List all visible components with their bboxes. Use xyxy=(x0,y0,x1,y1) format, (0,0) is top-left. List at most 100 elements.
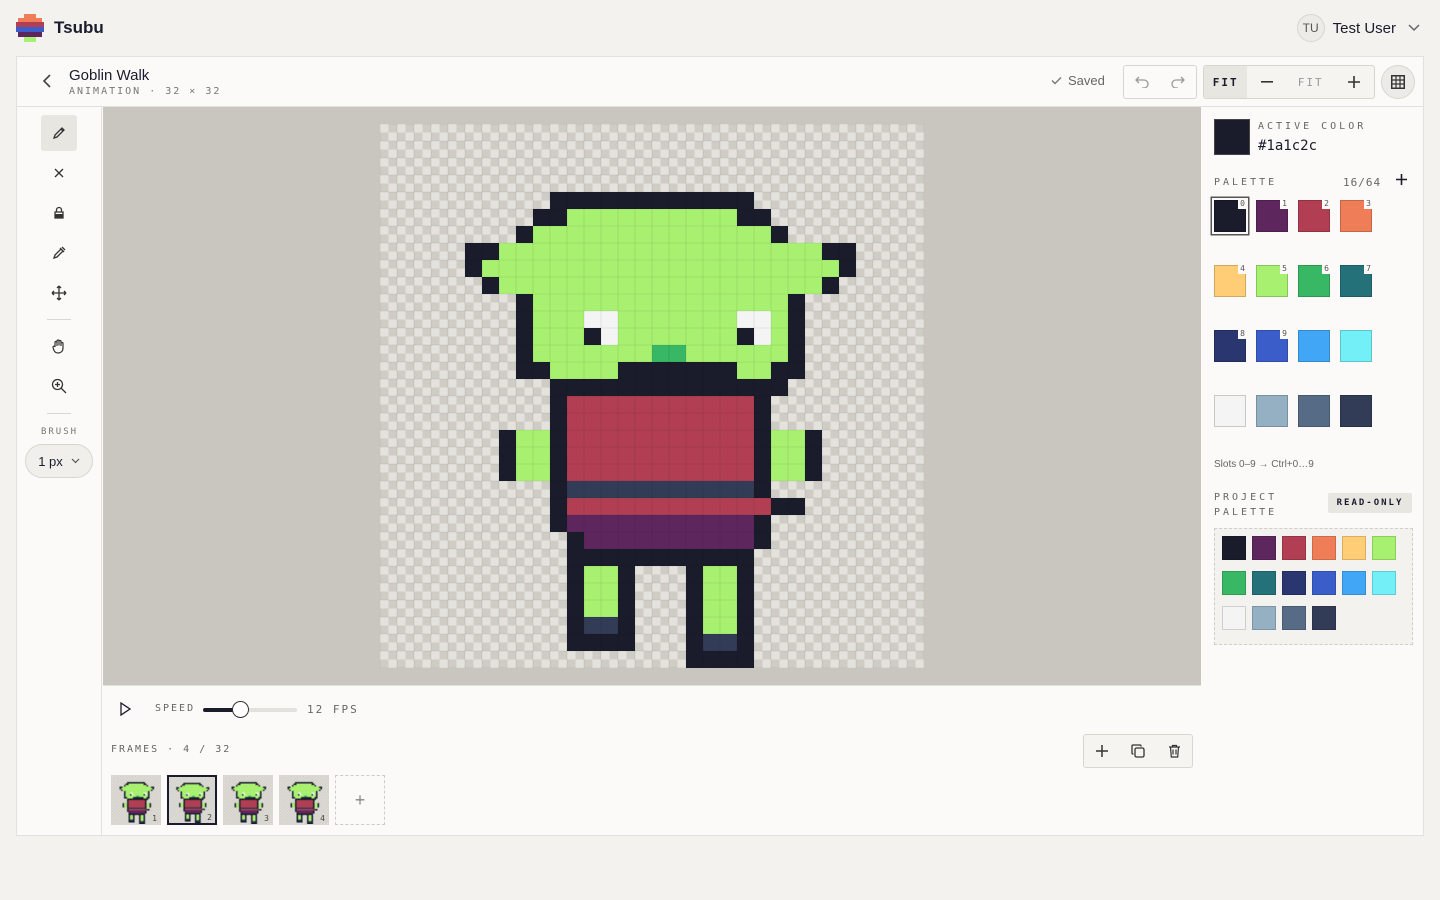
minus-icon xyxy=(1261,81,1274,83)
trash-icon xyxy=(1168,744,1180,758)
saved-label: Saved xyxy=(1068,73,1105,88)
read-only-badge: READ-ONLY xyxy=(1328,493,1412,513)
frame-number: 1 xyxy=(152,814,157,823)
delete-frame-button[interactable] xyxy=(1156,735,1192,767)
slot-number: 9 xyxy=(1280,329,1289,339)
brush-size-value: 1 px xyxy=(38,453,63,469)
palette-label: PALETTE xyxy=(1214,177,1278,188)
frames-label: FRAMES · 4 / 32 xyxy=(111,744,232,755)
project-palette-swatch xyxy=(1252,606,1276,630)
project-palette-swatch xyxy=(1372,536,1396,560)
undo-icon xyxy=(1135,76,1149,88)
brush-label: BRUSH xyxy=(40,427,79,437)
user-menu[interactable]: TU Test User xyxy=(1296,14,1420,42)
zoom-in-button[interactable] xyxy=(1334,76,1374,88)
project-palette-swatch xyxy=(1252,571,1276,595)
palette-swatch[interactable]: 4 xyxy=(1214,264,1247,297)
project-palette-swatch xyxy=(1342,536,1366,560)
chevron-left-icon xyxy=(42,74,51,88)
chevron-down-icon xyxy=(71,458,80,464)
frame-thumbnail[interactable]: 2 xyxy=(167,775,217,825)
hand-tool[interactable] xyxy=(41,328,77,364)
project-palette-swatch xyxy=(1282,536,1306,560)
frame-thumbnail[interactable]: 1 xyxy=(111,775,161,825)
brand-name: Tsubu xyxy=(54,18,104,37)
project-palette-swatch xyxy=(1282,606,1306,630)
fill-tool[interactable] xyxy=(41,195,77,231)
play-button[interactable] xyxy=(119,701,135,718)
palette-swatch[interactable]: 1 xyxy=(1256,199,1289,232)
palette-swatch[interactable]: 2 xyxy=(1298,199,1331,232)
palette-swatch[interactable]: 6 xyxy=(1298,264,1331,297)
add-frame-tile[interactable]: + xyxy=(335,775,385,825)
palette-swatch[interactable] xyxy=(1256,395,1288,427)
slot-number: 8 xyxy=(1238,329,1247,339)
speed-slider-thumb[interactable] xyxy=(231,701,249,718)
palette-swatch[interactable] xyxy=(1214,395,1246,427)
redo-icon xyxy=(1171,76,1185,88)
undo-button[interactable] xyxy=(1124,66,1160,98)
palette-swatch[interactable]: 5 xyxy=(1256,264,1289,297)
check-icon xyxy=(1051,77,1062,85)
speed-slider[interactable] xyxy=(203,701,297,718)
palette-swatch[interactable]: 9 xyxy=(1256,329,1289,362)
palette-swatch[interactable] xyxy=(1340,395,1372,427)
palette-swatch[interactable]: 3 xyxy=(1340,199,1373,232)
plus-icon xyxy=(1348,76,1361,88)
project-palette-swatch xyxy=(1342,571,1366,595)
palette-swatch[interactable]: 0 xyxy=(1214,199,1247,232)
active-color-swatch[interactable] xyxy=(1214,119,1250,155)
slot-number: 7 xyxy=(1364,264,1373,274)
add-color-button[interactable] xyxy=(1396,172,1407,190)
plus-icon xyxy=(1096,745,1108,757)
slot-number: 4 xyxy=(1238,264,1247,274)
color-panel: ACTIVE COLOR #1a1c2c PALETTE 16/64 0 1 2 3 4… xyxy=(1202,107,1424,836)
slot-number: 5 xyxy=(1280,264,1289,274)
slot-number: 0 xyxy=(1238,199,1247,209)
brush-size-select[interactable]: 1 px xyxy=(25,444,93,478)
title-block: Goblin Walk ANIMATION · 32 × 32 xyxy=(69,67,221,97)
active-color-hex[interactable]: #1a1c2c xyxy=(1258,138,1317,154)
frame-number: 3 xyxy=(264,814,269,823)
zoom-fit-button[interactable]: FIT xyxy=(1204,66,1248,98)
plus-icon xyxy=(1396,174,1407,185)
save-status: Saved xyxy=(1051,73,1105,88)
pixel-canvas[interactable] xyxy=(380,124,924,668)
palette-swatch[interactable] xyxy=(1340,330,1372,362)
project-palette-swatch xyxy=(1282,571,1306,595)
grid-toggle-button[interactable] xyxy=(1381,65,1415,99)
palette-swatch[interactable] xyxy=(1298,330,1330,362)
eyedropper-tool[interactable] xyxy=(41,235,77,271)
frame-thumbnail[interactable]: 3 xyxy=(223,775,273,825)
move-tool[interactable] xyxy=(41,275,77,311)
zoom-tool[interactable] xyxy=(41,368,77,404)
duplicate-frame-button[interactable] xyxy=(1120,735,1156,767)
avatar: TU xyxy=(1296,14,1325,42)
user-name: Test User xyxy=(1332,19,1396,37)
project-palette-swatch xyxy=(1222,536,1246,560)
palette-swatch[interactable]: 8 xyxy=(1214,329,1247,362)
pencil-tool[interactable] xyxy=(41,115,77,151)
redo-button[interactable] xyxy=(1160,66,1196,98)
palette-swatch[interactable]: 7 xyxy=(1340,264,1373,297)
document-title[interactable]: Goblin Walk xyxy=(69,67,221,84)
speed-label: SPEED xyxy=(155,703,196,714)
project-palette-swatch xyxy=(1252,536,1276,560)
back-button[interactable] xyxy=(37,71,57,91)
pencil-icon xyxy=(52,127,65,140)
palette-swatch[interactable] xyxy=(1298,395,1330,427)
frame-actions xyxy=(1083,734,1193,768)
hand-icon xyxy=(52,339,64,354)
chevron-down-icon xyxy=(1408,21,1420,35)
tool-sidebar: BRUSH 1 px xyxy=(17,107,102,836)
eraser-tool[interactable] xyxy=(41,155,77,191)
project-palette-swatch xyxy=(1312,606,1336,630)
canvas-viewport[interactable] xyxy=(103,107,1201,685)
add-frame-button[interactable] xyxy=(1084,735,1120,767)
slot-number: 6 xyxy=(1322,264,1331,274)
zoom-out-button[interactable] xyxy=(1247,81,1287,83)
timeline: SPEED 12 FPS FRAMES · 4 / 32 1 2 3 4 + xyxy=(103,685,1201,836)
eraser-icon xyxy=(54,168,64,178)
brand[interactable]: Tsubu xyxy=(16,14,104,42)
frame-thumbnail[interactable]: 4 xyxy=(279,775,329,825)
